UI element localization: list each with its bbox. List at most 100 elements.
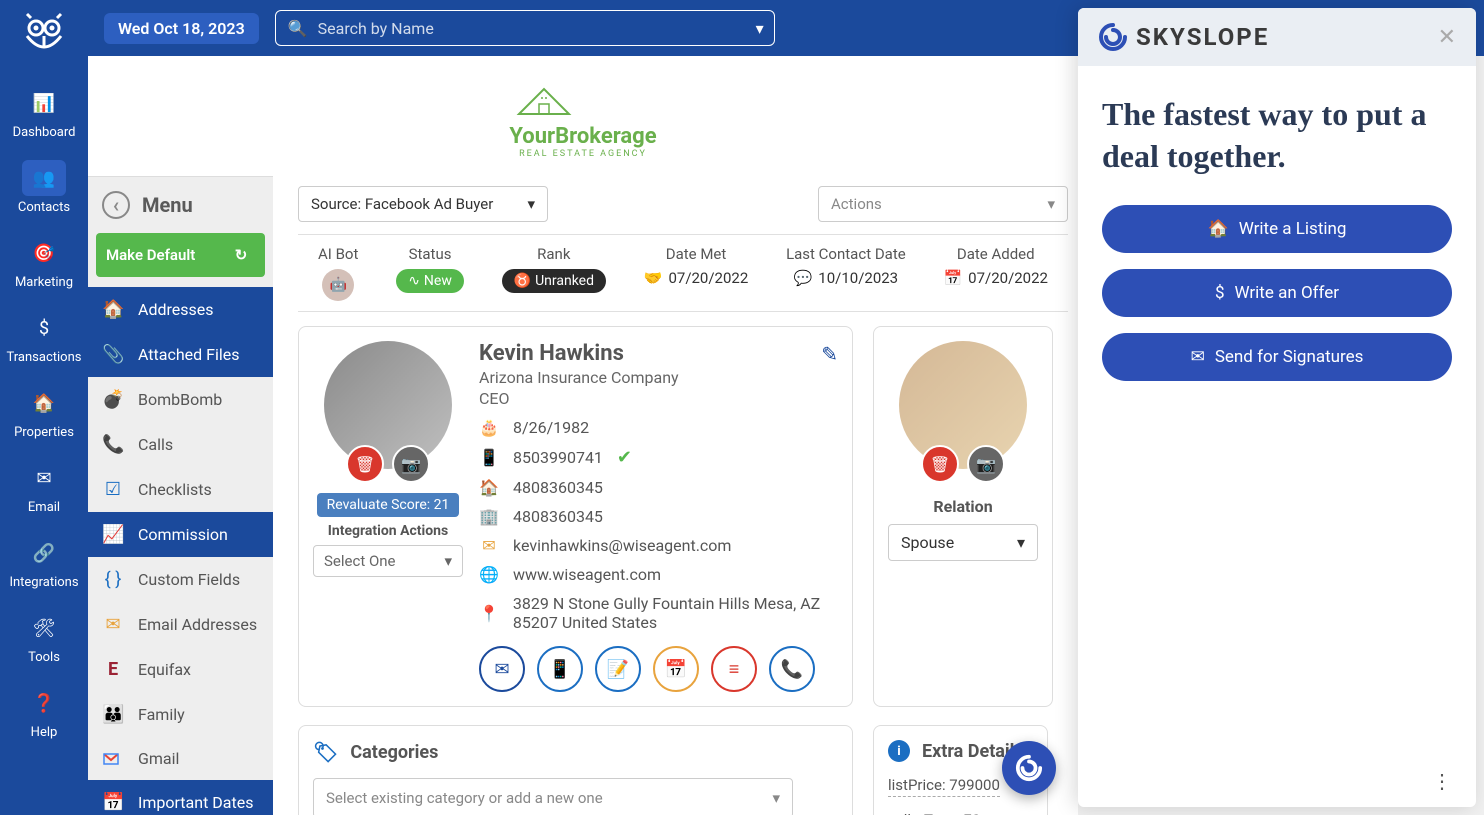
nav-transactions[interactable]: $Transactions [0, 300, 88, 375]
submenu-important-dates[interactable]: 📅Important Dates [88, 780, 273, 815]
source-select[interactable]: Source: Facebook Ad Buyer▾ [298, 186, 548, 222]
delete-relation-avatar-button[interactable]: 🗑 [921, 445, 959, 483]
skyslope-logo: SKYSLOPE [1098, 22, 1269, 52]
stat-label: Rank [537, 245, 570, 263]
submenu-label: Custom Fields [138, 570, 240, 589]
submenu-commission[interactable]: 📈Commission [88, 512, 273, 557]
submenu-calls[interactable]: 📞 Calls [88, 422, 273, 467]
submenu-family[interactable]: 👪Family [88, 692, 273, 737]
status-pill[interactable]: ∿New [396, 269, 464, 293]
chevron-down-icon[interactable]: ▾ [756, 19, 764, 38]
contact-address: 3829 N Stone Gully Fountain Hills Mesa, … [513, 594, 838, 632]
relation-camera-button[interactable]: 📷 [967, 445, 1005, 483]
send-signatures-button[interactable]: ✉Send for Signatures [1102, 333, 1452, 381]
calendar-action-button[interactable]: 📅 [653, 646, 699, 692]
contact-birthday: 8/26/1982 [513, 418, 589, 437]
home-icon: 🏠 [22, 385, 66, 421]
write-offer-button[interactable]: $Write an Offer [1102, 269, 1452, 317]
contact-home-phone: 4808360345 [513, 478, 603, 497]
edit-icon[interactable]: ✎ [821, 342, 838, 366]
submenu-label: Gmail [138, 749, 179, 768]
revaluate-badge[interactable]: Revaluate Score: 21 [317, 493, 460, 517]
nav-label: Help [31, 725, 58, 740]
extra-detail-line[interactable]: listPrice: 799000 [888, 776, 1000, 797]
actions-select[interactable]: Actions▾ [818, 186, 1068, 222]
equifax-icon: E [102, 659, 124, 680]
relation-card: 🗑 📷 Relation Spouse▾ [873, 326, 1053, 707]
chevron-down-icon: ▾ [1017, 533, 1025, 552]
nav-label: Email [28, 500, 60, 515]
submenu-gmail[interactable]: Gmail [88, 737, 273, 780]
nav-contacts[interactable]: 👥Contacts [0, 150, 88, 225]
close-icon[interactable]: ✕ [1438, 25, 1456, 50]
submenu-attached-files[interactable]: 📎 Attached Files [88, 332, 273, 377]
back-button[interactable]: ‹ [102, 191, 130, 219]
nav-label: Dashboard [13, 125, 76, 140]
ai-bot-icon[interactable]: 🤖 [322, 269, 354, 301]
tools-icon: 🛠 [22, 610, 66, 646]
search-input[interactable] [318, 19, 762, 38]
submenu-label: Email Addresses [138, 615, 257, 634]
submenu-custom-fields[interactable]: { }Custom Fields [88, 557, 273, 602]
envelope-icon: ✉ [102, 614, 124, 635]
date-badge[interactable]: Wed Oct 18, 2023 [104, 13, 259, 44]
submenu-bombbomb[interactable]: 💣BombBomb [88, 377, 273, 422]
submenu-panel: ‹ Menu Make Default ↻ 🏠Addresses 📎Attach… [88, 176, 273, 815]
make-default-button[interactable]: Make Default ↻ [96, 233, 265, 277]
link-icon: 🔗 [22, 535, 66, 571]
phone-action-button[interactable]: 📞 [769, 646, 815, 692]
nav-tools[interactable]: 🛠Tools [0, 600, 88, 675]
rank-pill[interactable]: ♉Unranked [502, 269, 606, 293]
relation-label: Relation [933, 497, 992, 516]
stat-label: AI Bot [318, 245, 358, 263]
nav-label: Integrations [9, 575, 78, 590]
submenu-label: Attached Files [138, 345, 240, 364]
extra-detail-line[interactable]: sellerType: FS [888, 811, 980, 815]
floating-skyslope-button[interactable] [1002, 741, 1056, 795]
chevron-down-icon: ▾ [444, 552, 452, 570]
stats-row: AI Bot🤖 Status∿New Rank♉Unranked Date Me… [298, 234, 1068, 312]
nav-help[interactable]: ❓Help [0, 675, 88, 750]
paperclip-icon: 📎 [102, 344, 124, 365]
note-action-button[interactable]: 📝 [595, 646, 641, 692]
stat-ai: AI Bot 🤖 [318, 245, 358, 301]
stat-date-added: Date Added📅07/20/2022 [943, 245, 1048, 301]
email-action-button[interactable]: ✉ [479, 646, 525, 692]
write-listing-button[interactable]: 🏠Write a Listing [1102, 205, 1452, 253]
chevron-down-icon: ▾ [527, 195, 535, 213]
nav-dashboard[interactable]: 📊Dashboard [0, 75, 88, 150]
content-area: Source: Facebook Ad Buyer▾ Actions▾ AI B… [288, 176, 1078, 815]
submenu-label: Important Dates [138, 793, 253, 812]
submenu-equifax[interactable]: EEquifax [88, 647, 273, 692]
nav-label: Transactions [7, 350, 82, 365]
submenu-label: Checklists [138, 480, 212, 499]
search-box[interactable]: 🔍 ▾ [275, 10, 775, 46]
info-icon: i [888, 740, 910, 762]
submenu-checklists[interactable]: ☑Checklists [88, 467, 273, 512]
submenu-addresses[interactable]: 🏠Addresses [88, 287, 273, 332]
brokerage-logo: YourBrokerage REAL ESTATE AGENCY [88, 56, 1078, 176]
submenu-email-addresses[interactable]: ✉ Email Addresses [88, 602, 273, 647]
nav-properties[interactable]: 🏠Properties [0, 375, 88, 450]
submenu-label: Family [138, 705, 185, 724]
home-icon: 🏠 [102, 299, 124, 320]
submenu-label: Calls [138, 435, 173, 454]
target-icon: 🎯 [22, 235, 66, 271]
phone-icon: 📞 [102, 434, 124, 455]
list-action-button[interactable]: ≡ [711, 646, 757, 692]
relation-select[interactable]: Spouse▾ [888, 524, 1038, 561]
delete-avatar-button[interactable]: 🗑 [346, 445, 384, 483]
mobile-action-button[interactable]: 📱 [537, 646, 583, 692]
nav-integrations[interactable]: 🔗 Integrations [0, 525, 88, 600]
stat-rank: Rank ♉Unranked [502, 245, 606, 301]
nav-marketing[interactable]: 🎯Marketing [0, 225, 88, 300]
nav-email[interactable]: ✉Email [0, 450, 88, 525]
camera-button[interactable]: 📷 [392, 445, 430, 483]
integration-select[interactable]: Select One▾ [313, 545, 463, 577]
category-select[interactable]: Select existing category or add a new on… [313, 778, 793, 815]
home-icon: 🏠 [1208, 219, 1229, 239]
kebab-menu-icon[interactable]: ⋮ [1432, 769, 1452, 793]
stat-last-contact: Last Contact Date💬10/10/2023 [786, 245, 906, 301]
integration-label: Integration Actions [328, 523, 448, 539]
taurus-icon: ♉ [514, 273, 531, 289]
